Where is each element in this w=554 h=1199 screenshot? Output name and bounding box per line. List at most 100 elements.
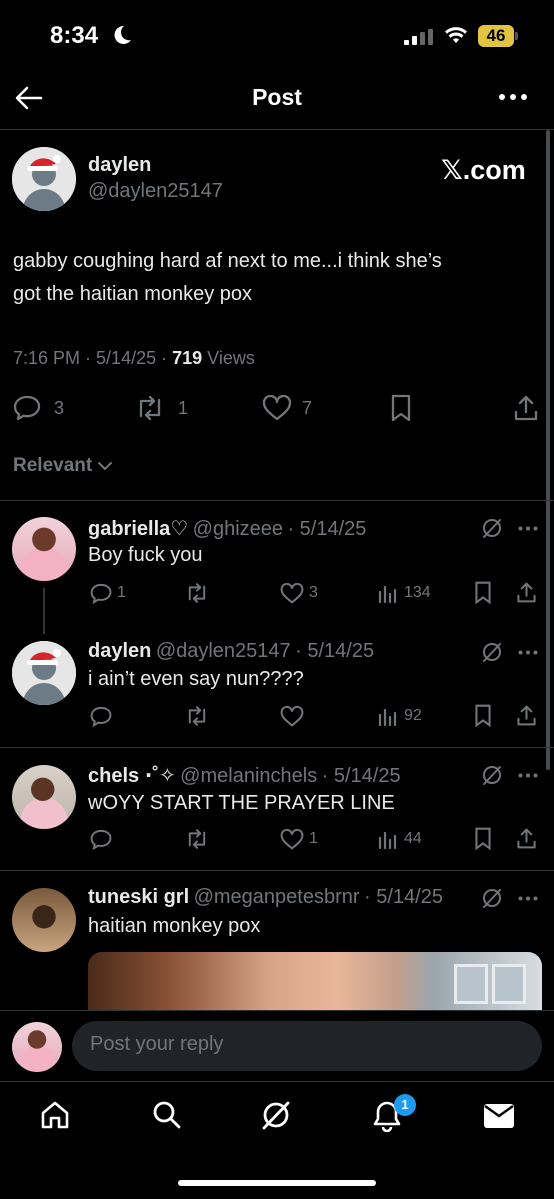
window-pane: [492, 964, 526, 1004]
reply-date: · 5/14/25: [364, 886, 443, 908]
like-icon[interactable]: [280, 706, 304, 727]
reply-icon[interactable]: [90, 583, 112, 604]
reply-author-handle[interactable]: @melaninchels: [180, 765, 317, 787]
views-count: 134: [404, 584, 431, 601]
views-label: Views: [207, 348, 255, 368]
more-options-icon[interactable]: [518, 526, 538, 531]
like-icon[interactable]: [262, 395, 292, 421]
reply-text: wOYY START THE PRAYER LINE: [88, 792, 395, 814]
reply-icon[interactable]: [90, 706, 112, 727]
grok-icon[interactable]: [481, 517, 503, 539]
repost-icon[interactable]: [135, 396, 165, 420]
bookmark-icon[interactable]: [474, 581, 492, 604]
divider: [0, 747, 554, 748]
reply-date: · 5/14/25: [287, 518, 367, 540]
repost-icon[interactable]: [185, 829, 209, 849]
reply-text: haitian monkey pox: [88, 915, 261, 937]
reply-text: Boy fuck you: [88, 544, 203, 566]
post-text-line1: gabby coughing hard af next to me...i th…: [13, 250, 442, 272]
reply-text: i ain’t even say nun????: [88, 668, 304, 690]
views-count: 44: [404, 830, 422, 847]
divider: [0, 1081, 554, 1082]
reply-author-name[interactable]: gabriella♡: [88, 518, 188, 540]
battery-indicator: 46: [478, 25, 514, 47]
search-icon[interactable]: [151, 1099, 183, 1131]
share-icon[interactable]: [513, 394, 539, 422]
reply-date: · 5/14/25: [295, 640, 375, 662]
views-count: 719: [172, 348, 203, 368]
views-count: 92: [404, 707, 422, 724]
source-label: 𝕏.com: [441, 155, 526, 185]
battery-tip: [515, 32, 518, 40]
sort-dropdown[interactable]: Relevant: [13, 455, 113, 477]
like-icon[interactable]: [280, 829, 304, 850]
more-options-icon[interactable]: [518, 773, 538, 778]
status-time: 8:34: [50, 22, 99, 49]
like-count: 3: [309, 584, 318, 601]
like-count: 1: [309, 830, 318, 847]
like-count: 7: [302, 398, 313, 418]
bookmark-icon[interactable]: [474, 827, 492, 850]
avatar[interactable]: [12, 641, 76, 705]
window-pane: [454, 964, 488, 1004]
more-options-icon[interactable]: [518, 896, 538, 901]
share-icon[interactable]: [516, 581, 537, 604]
views-icon[interactable]: [378, 583, 398, 603]
reply-author-handle[interactable]: @daylen25147: [156, 640, 291, 662]
share-icon[interactable]: [516, 827, 537, 850]
post-author-name[interactable]: daylen: [88, 154, 151, 177]
reply-count: 3: [54, 398, 65, 418]
grok-icon[interactable]: [481, 641, 503, 663]
notification-badge: 1: [394, 1094, 416, 1116]
reply-author-handle[interactable]: @ghizeee: [193, 518, 283, 540]
reply-placeholder: Post your reply: [90, 1033, 224, 1055]
grok-icon[interactable]: [259, 1098, 293, 1132]
reply-header: tuneski grl @meganpetesbrnr · 5/14/25: [88, 886, 443, 909]
divider: [0, 129, 554, 130]
reply-count: 1: [117, 584, 126, 601]
more-options-icon[interactable]: [498, 92, 528, 102]
avatar[interactable]: [12, 765, 76, 829]
page-title: Post: [252, 84, 302, 110]
grok-icon[interactable]: [481, 764, 503, 786]
wifi-icon: [444, 25, 468, 45]
divider: [0, 500, 554, 501]
post-metadata: 7:16 PM · 5/14/25 · 719 Views: [13, 348, 255, 368]
bookmark-icon[interactable]: [390, 394, 412, 422]
cellular-signal-icon: [404, 29, 434, 45]
thread-line: [43, 588, 45, 634]
avatar[interactable]: [12, 888, 76, 952]
post-time: 7:16 PM: [13, 348, 81, 368]
home-icon[interactable]: [39, 1099, 71, 1131]
home-indicator[interactable]: [178, 1180, 376, 1186]
views-icon[interactable]: [378, 706, 398, 726]
moon-icon: [112, 24, 132, 46]
share-icon[interactable]: [516, 704, 537, 727]
messages-icon[interactable]: [483, 1103, 515, 1129]
repost-icon[interactable]: [185, 706, 209, 726]
avatar[interactable]: [12, 1022, 62, 1072]
repost-icon[interactable]: [185, 583, 209, 603]
sort-label: Relevant: [13, 455, 93, 476]
reply-author-name[interactable]: daylen: [88, 640, 151, 662]
reply-author-handle[interactable]: @meganpetesbrnr: [194, 886, 360, 908]
scrollbar[interactable]: [546, 130, 550, 770]
chevron-down-icon: [98, 461, 113, 471]
divider: [0, 870, 554, 871]
avatar[interactable]: [12, 517, 76, 581]
bookmark-icon[interactable]: [474, 704, 492, 727]
views-icon[interactable]: [378, 829, 398, 849]
reply-icon[interactable]: [90, 829, 112, 850]
reply-author-name[interactable]: chels ⋅˚✧: [88, 765, 176, 787]
more-options-icon[interactable]: [518, 650, 538, 655]
avatar[interactable]: [12, 147, 76, 211]
post-author-handle[interactable]: @daylen25147: [88, 180, 223, 203]
reply-header: daylen @daylen25147 · 5/14/25: [88, 640, 374, 663]
divider: [0, 1010, 554, 1011]
like-icon[interactable]: [280, 583, 304, 604]
reply-icon[interactable]: [13, 395, 41, 421]
post-text-line2: got the haitian monkey pox: [13, 283, 253, 305]
reply-author-name[interactable]: tuneski grl: [88, 886, 189, 908]
reply-media-image[interactable]: [88, 952, 542, 1014]
grok-icon[interactable]: [481, 887, 503, 909]
